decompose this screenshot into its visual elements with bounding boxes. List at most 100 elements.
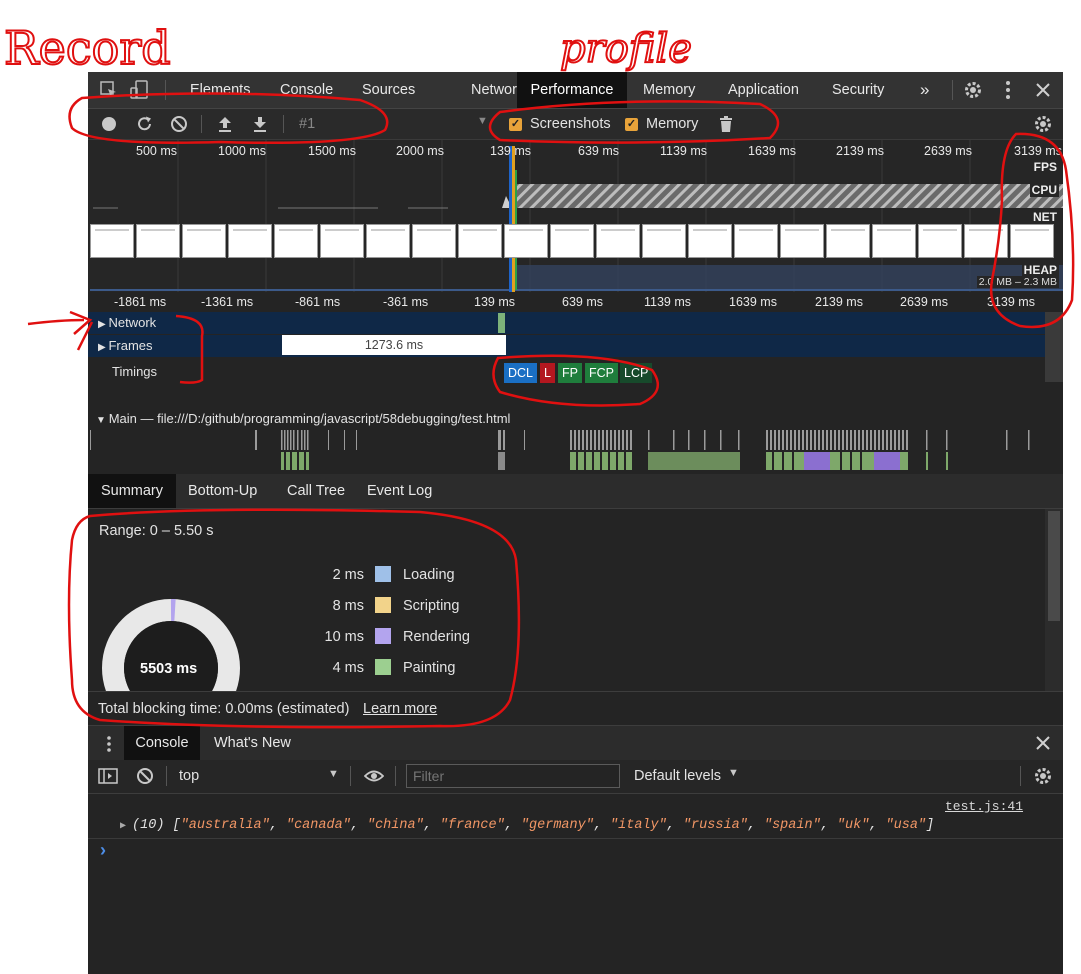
memory-checkbox[interactable]: ✓	[625, 118, 638, 131]
painting-label: Painting	[403, 660, 456, 676]
drawer-tab-whats-new[interactable]: What's New	[214, 726, 291, 760]
profile-select-arrow-icon[interactable]: ▼	[477, 115, 488, 127]
more-tabs-button[interactable]: »	[920, 72, 929, 108]
drawer-tab-console[interactable]: Console	[124, 726, 200, 760]
tab-security[interactable]: Security	[822, 72, 894, 108]
live-expression-eye-icon[interactable]	[364, 768, 384, 784]
screenshot-thumbnail	[642, 224, 686, 258]
close-drawer-icon[interactable]	[1036, 736, 1050, 750]
tab-summary[interactable]: Summary	[88, 474, 176, 508]
context-select-arrow-icon[interactable]: ▼	[328, 768, 339, 780]
toolbar-divider	[395, 766, 396, 786]
screenshots-checkbox[interactable]: ✓	[509, 118, 522, 131]
drawer-menu-icon[interactable]	[106, 735, 112, 753]
tab-call-tree[interactable]: Call Tree	[287, 474, 345, 508]
close-devtools-icon[interactable]	[1035, 82, 1051, 98]
toolbar-divider	[165, 80, 166, 100]
load-marker[interactable]: L	[540, 363, 555, 383]
heap-label: HEAP	[1021, 263, 1059, 277]
console-filter-input[interactable]	[406, 764, 620, 788]
capture-settings-gear-icon[interactable]	[1033, 114, 1053, 134]
main-thread-flamechart[interactable]	[88, 430, 1045, 472]
lcp-marker[interactable]: LCP	[620, 363, 653, 383]
expand-arrow-icon[interactable]: ▶	[120, 821, 132, 832]
loading-swatch	[375, 566, 391, 582]
log-array-preview[interactable]: ▶ (10) ["australia", "canada", "china", …	[120, 818, 934, 833]
save-profile-icon[interactable]	[252, 115, 268, 133]
overview-ruler-label: 500 ms	[136, 144, 177, 158]
screenshot-thumbnail	[366, 224, 410, 258]
memory-label: Memory	[646, 116, 699, 132]
show-sidebar-icon[interactable]	[98, 768, 118, 784]
profile-select[interactable]: #1	[299, 116, 315, 132]
screenshot-thumbnail	[182, 224, 226, 258]
summary-total: 5503 ms	[140, 661, 198, 677]
overview-ruler-label: 1639 ms	[748, 144, 796, 158]
painting-value: 4 ms	[332, 660, 364, 676]
overview-ruler-label: 139 ms	[490, 144, 531, 158]
kebab-menu-icon[interactable]	[1004, 80, 1012, 100]
timeline-overview[interactable]: 500 ms 1000 ms 1500 ms 2000 ms 139 ms 63…	[88, 140, 1063, 292]
flamechart-ruler-label: 2139 ms	[815, 295, 863, 309]
settings-gear-icon[interactable]	[963, 80, 983, 100]
reload-profile-icon[interactable]	[136, 115, 154, 133]
main-thread-label[interactable]: ▼ Main — file:///D:/github/programming/j…	[96, 411, 510, 426]
log-levels-arrow-icon[interactable]: ▼	[728, 767, 739, 779]
log-levels-dropdown[interactable]: Default levels	[634, 768, 721, 784]
log-source-link[interactable]: test.js:41	[945, 799, 1023, 814]
tab-sources[interactable]: Sources	[352, 72, 425, 108]
timings-track-label: Timings	[112, 364, 158, 379]
tab-application[interactable]: Application	[718, 72, 809, 108]
tab-console[interactable]: Console	[270, 72, 343, 108]
clear-icon[interactable]	[170, 115, 188, 133]
array-item-string: "china"	[366, 818, 424, 833]
tab-elements[interactable]: Elements	[180, 72, 260, 108]
scripting-value: 8 ms	[332, 598, 364, 614]
tab-bottom-up[interactable]: Bottom-Up	[188, 474, 257, 508]
fcp-marker[interactable]: FCP	[585, 363, 618, 383]
toolbar-divider	[201, 115, 202, 133]
screenshot-thumbnail	[596, 224, 640, 258]
summary-panel: Range: 0 – 5.50 s 5503 ms 2 ms Loading 8…	[88, 509, 1045, 691]
device-toolbar-icon[interactable]	[130, 80, 150, 100]
load-profile-icon[interactable]	[217, 115, 233, 133]
learn-more-link[interactable]: Learn more	[363, 701, 437, 717]
toolbar-divider	[1020, 766, 1021, 786]
screenshot-thumbnail	[688, 224, 732, 258]
console-prompt-icon[interactable]: ›	[100, 840, 106, 861]
screenshot-thumbnail	[274, 224, 318, 258]
tab-performance[interactable]: Performance	[517, 72, 627, 108]
array-item-string: "germany"	[520, 818, 594, 833]
record-icon[interactable]	[101, 116, 117, 132]
tab-event-log[interactable]: Event Log	[367, 474, 432, 508]
screenshot-thumbnail	[734, 224, 778, 258]
drawer-tabs: Console What's New	[88, 725, 1063, 761]
console-log-entry: test.js:41 ▶ (10) ["australia", "canada"…	[88, 794, 1063, 839]
summary-scrollbar-track[interactable]	[1045, 509, 1063, 691]
console-settings-gear-icon[interactable]	[1033, 766, 1053, 786]
annotation-record: Record	[4, 21, 171, 75]
array-item-string: "australia"	[180, 818, 270, 833]
flamechart-ruler-label: 1639 ms	[729, 295, 777, 309]
tab-memory[interactable]: Memory	[633, 72, 705, 108]
array-item-string: "usa"	[885, 818, 927, 833]
rendering-value: 10 ms	[324, 629, 365, 645]
screenshot-thumbnail	[872, 224, 916, 258]
frame-duration-box[interactable]: 1273.6 ms	[282, 335, 506, 355]
fp-marker[interactable]: FP	[558, 363, 582, 383]
screenshot-thumbnail	[826, 224, 870, 258]
frames-track[interactable]: ▶ Frames 1273.6 ms	[88, 335, 1045, 357]
frames-track-label: ▶ Frames	[98, 338, 153, 353]
screenshot-thumbnail	[780, 224, 824, 258]
network-request-bar[interactable]	[498, 313, 505, 333]
clear-console-icon[interactable]	[136, 767, 154, 785]
overview-grid	[90, 140, 1063, 292]
dcl-marker[interactable]: DCL	[504, 363, 538, 383]
context-select[interactable]: top	[179, 768, 199, 784]
collect-garbage-icon[interactable]	[719, 115, 733, 133]
devtools-tabbar: Elements Console Sources Network Perform…	[88, 72, 1063, 109]
network-track[interactable]: ▶ Network	[88, 312, 1045, 334]
inspect-element-icon[interactable]	[100, 81, 118, 99]
tracks-scrollbar[interactable]	[1045, 312, 1063, 382]
summary-scrollbar-thumb[interactable]	[1048, 511, 1060, 621]
